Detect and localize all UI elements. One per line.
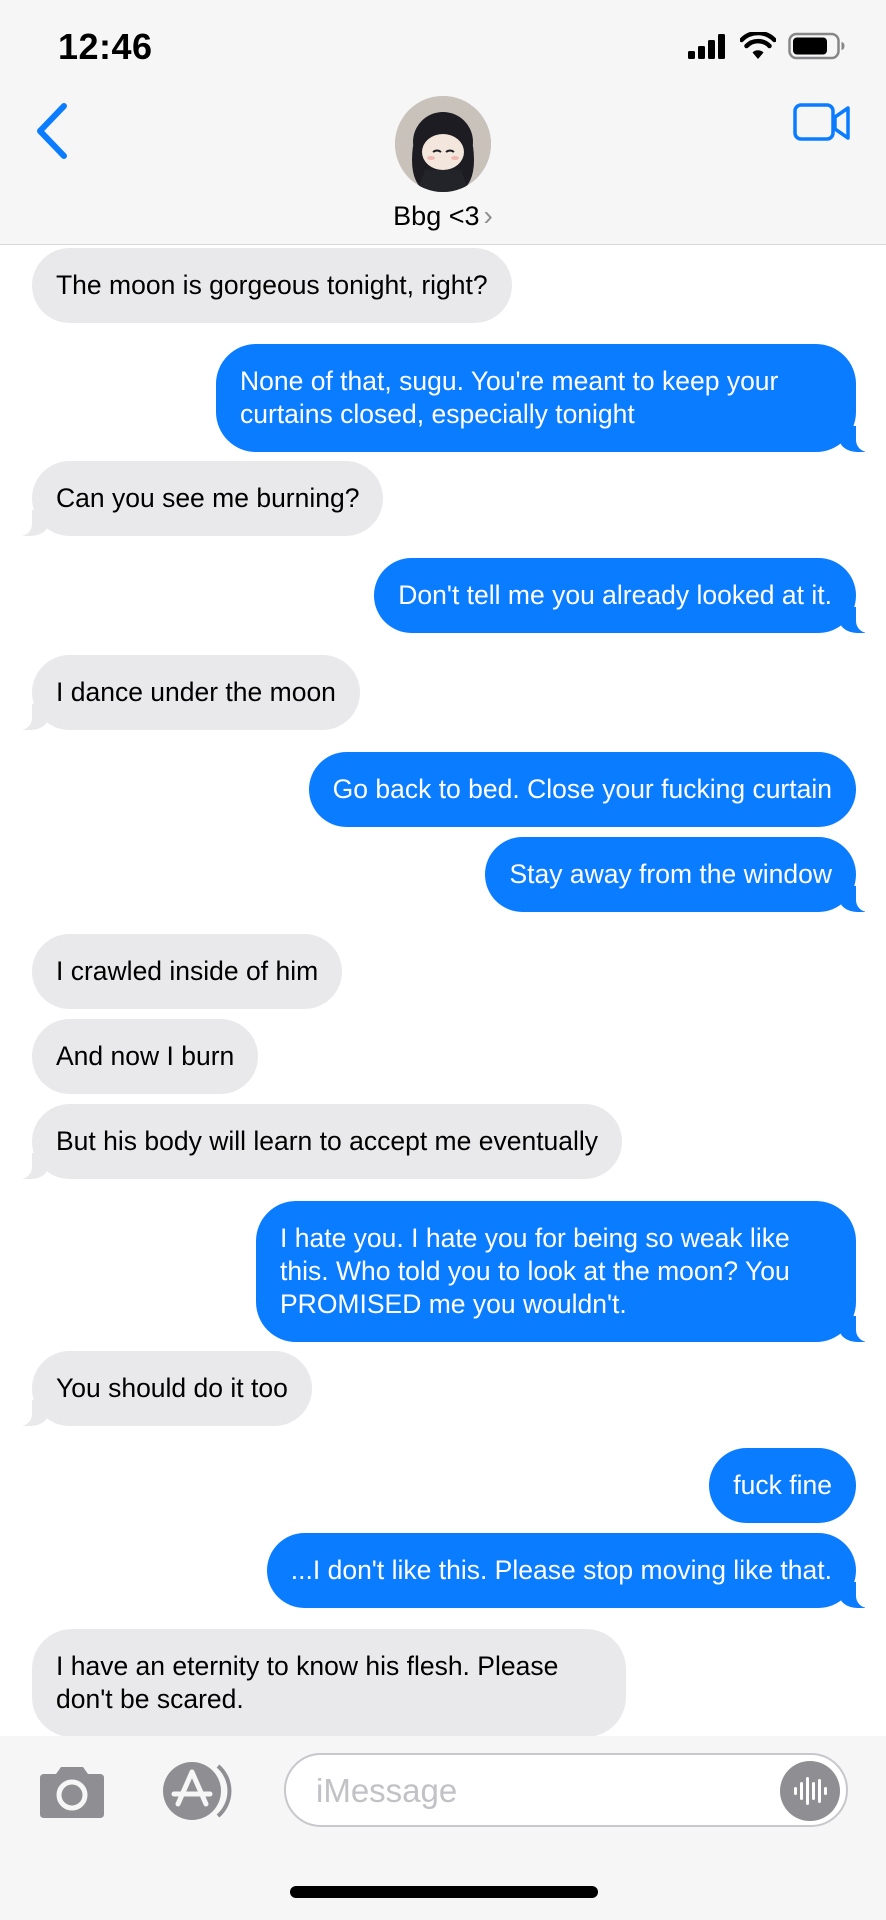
chevron-right-icon: › xyxy=(483,200,493,231)
message-sent[interactable]: fuck fine xyxy=(0,1448,886,1523)
video-camera-icon xyxy=(793,103,850,141)
message-bubble[interactable]: ...I don't like this. Please stop moving… xyxy=(266,1533,879,1608)
conversation-header: 12:46 Bbg <3 › xyxy=(0,0,886,245)
message-sent[interactable]: ...I don't like this. Please stop moving… xyxy=(0,1533,886,1608)
message-received[interactable]: I dance under the moon xyxy=(0,655,886,730)
battery-icon xyxy=(788,32,845,60)
dictation-button[interactable] xyxy=(780,1761,840,1821)
avatar-image xyxy=(395,96,491,192)
message-sent[interactable]: Stay away from the window xyxy=(0,837,886,912)
message-bubble[interactable]: But his body will learn to accept me eve… xyxy=(9,1104,623,1179)
message-received[interactable]: The moon is gorgeous tonight, right? xyxy=(0,248,886,323)
contact-avatar[interactable] xyxy=(395,96,491,192)
compose-bar xyxy=(0,1736,886,1920)
message-bubble[interactable]: You should do it too xyxy=(10,1351,312,1426)
home-indicator[interactable] xyxy=(290,1886,598,1898)
message-received[interactable]: Can you see me burning? xyxy=(0,461,886,536)
message-bubble[interactable]: Stay away from the window xyxy=(485,837,878,912)
status-icons xyxy=(688,30,846,62)
facetime-video-button[interactable] xyxy=(792,100,852,146)
message-bubble[interactable]: I dance under the moon xyxy=(10,655,360,730)
message-bubble[interactable]: Go back to bed. Close your fucking curta… xyxy=(308,752,856,827)
message-received[interactable]: And now I burn xyxy=(0,1019,886,1094)
camera-button[interactable] xyxy=(36,1764,108,1820)
message-received[interactable]: I crawled inside of him xyxy=(0,934,886,1009)
message-input[interactable] xyxy=(314,1763,768,1819)
message-bubble[interactable]: I hate you. I hate you for being so weak… xyxy=(256,1201,878,1342)
wifi-icon xyxy=(740,32,776,59)
camera-icon xyxy=(40,1767,104,1818)
message-received[interactable]: You should do it too xyxy=(0,1351,886,1426)
app-store-button[interactable] xyxy=(156,1758,238,1824)
cellular-signal-icon xyxy=(688,34,725,59)
status-time: 12:46 xyxy=(58,26,153,67)
app-store-icon xyxy=(163,1762,232,1820)
message-sent[interactable]: Go back to bed. Close your fucking curta… xyxy=(0,752,886,827)
message-bubble[interactable]: And now I burn xyxy=(32,1019,259,1094)
message-bubble[interactable]: The moon is gorgeous tonight, right? xyxy=(32,248,512,323)
contact-name: Bbg <3 xyxy=(393,201,480,231)
message-received[interactable]: But his body will learn to accept me eve… xyxy=(0,1104,886,1179)
message-bubble[interactable]: Can you see me burning? xyxy=(9,461,384,536)
message-bubble[interactable]: Don't tell me you already looked at it. xyxy=(374,558,878,633)
message-sent[interactable]: Don't tell me you already looked at it. xyxy=(0,558,886,633)
message-sent[interactable]: None of that, sugu. You're meant to keep… xyxy=(0,344,886,452)
audio-waveform-icon xyxy=(794,1777,827,1805)
chevron-left-icon xyxy=(37,103,67,159)
message-sent[interactable]: I hate you. I hate you for being so weak… xyxy=(0,1201,886,1342)
message-bubble[interactable]: None of that, sugu. You're meant to keep… xyxy=(216,344,878,452)
message-bubble[interactable]: fuck fine xyxy=(709,1448,856,1523)
contact-name-button[interactable]: Bbg <3 › xyxy=(0,200,886,232)
message-input-field[interactable] xyxy=(284,1753,848,1827)
message-bubble[interactable]: I crawled inside of him xyxy=(32,934,343,1009)
message-received[interactable]: I have an eternity to know his flesh. Pl… xyxy=(0,1629,886,1737)
back-button[interactable] xyxy=(30,98,78,164)
message-bubble[interactable]: I have an eternity to know his flesh. Pl… xyxy=(32,1629,626,1737)
